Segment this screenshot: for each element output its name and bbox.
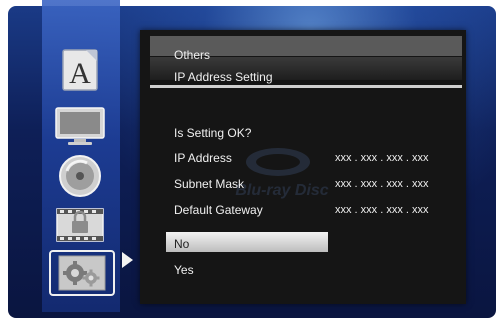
- bluray-logo-watermark: Blu-ray Disc: [235, 148, 329, 199]
- watermark-text: Blu-ray Disc: [235, 182, 328, 199]
- parental-lock-icon[interactable]: [47, 198, 113, 250]
- page-title: IP Address Setting: [174, 70, 273, 84]
- disc-icon[interactable]: [47, 150, 113, 202]
- default-gateway-value: xxx . xxx . xxx . xxx: [335, 204, 429, 216]
- default-gateway-label: Default Gateway: [174, 203, 263, 217]
- confirm-question: Is Setting OK?: [174, 126, 252, 140]
- divider: [150, 85, 462, 88]
- option-yes[interactable]: Yes: [174, 263, 194, 277]
- subnet-mask-value: xxx . xxx . xxx . xxx: [335, 178, 429, 190]
- ip-address-label: IP Address: [174, 151, 232, 165]
- selection-arrow-icon: [122, 252, 133, 268]
- tv-icon[interactable]: [47, 100, 113, 152]
- option-no[interactable]: No: [174, 237, 189, 251]
- font-icon[interactable]: A: [47, 44, 113, 96]
- breadcrumb: Others: [174, 48, 211, 62]
- ip-address-value: xxx . xxx . xxx . xxx: [335, 152, 429, 164]
- option-no-highlight[interactable]: [166, 232, 328, 252]
- settings-gear-icon[interactable]: [49, 250, 115, 296]
- subnet-mask-label: Subnet Mask: [174, 177, 245, 191]
- font-icon-letter: A: [69, 57, 91, 90]
